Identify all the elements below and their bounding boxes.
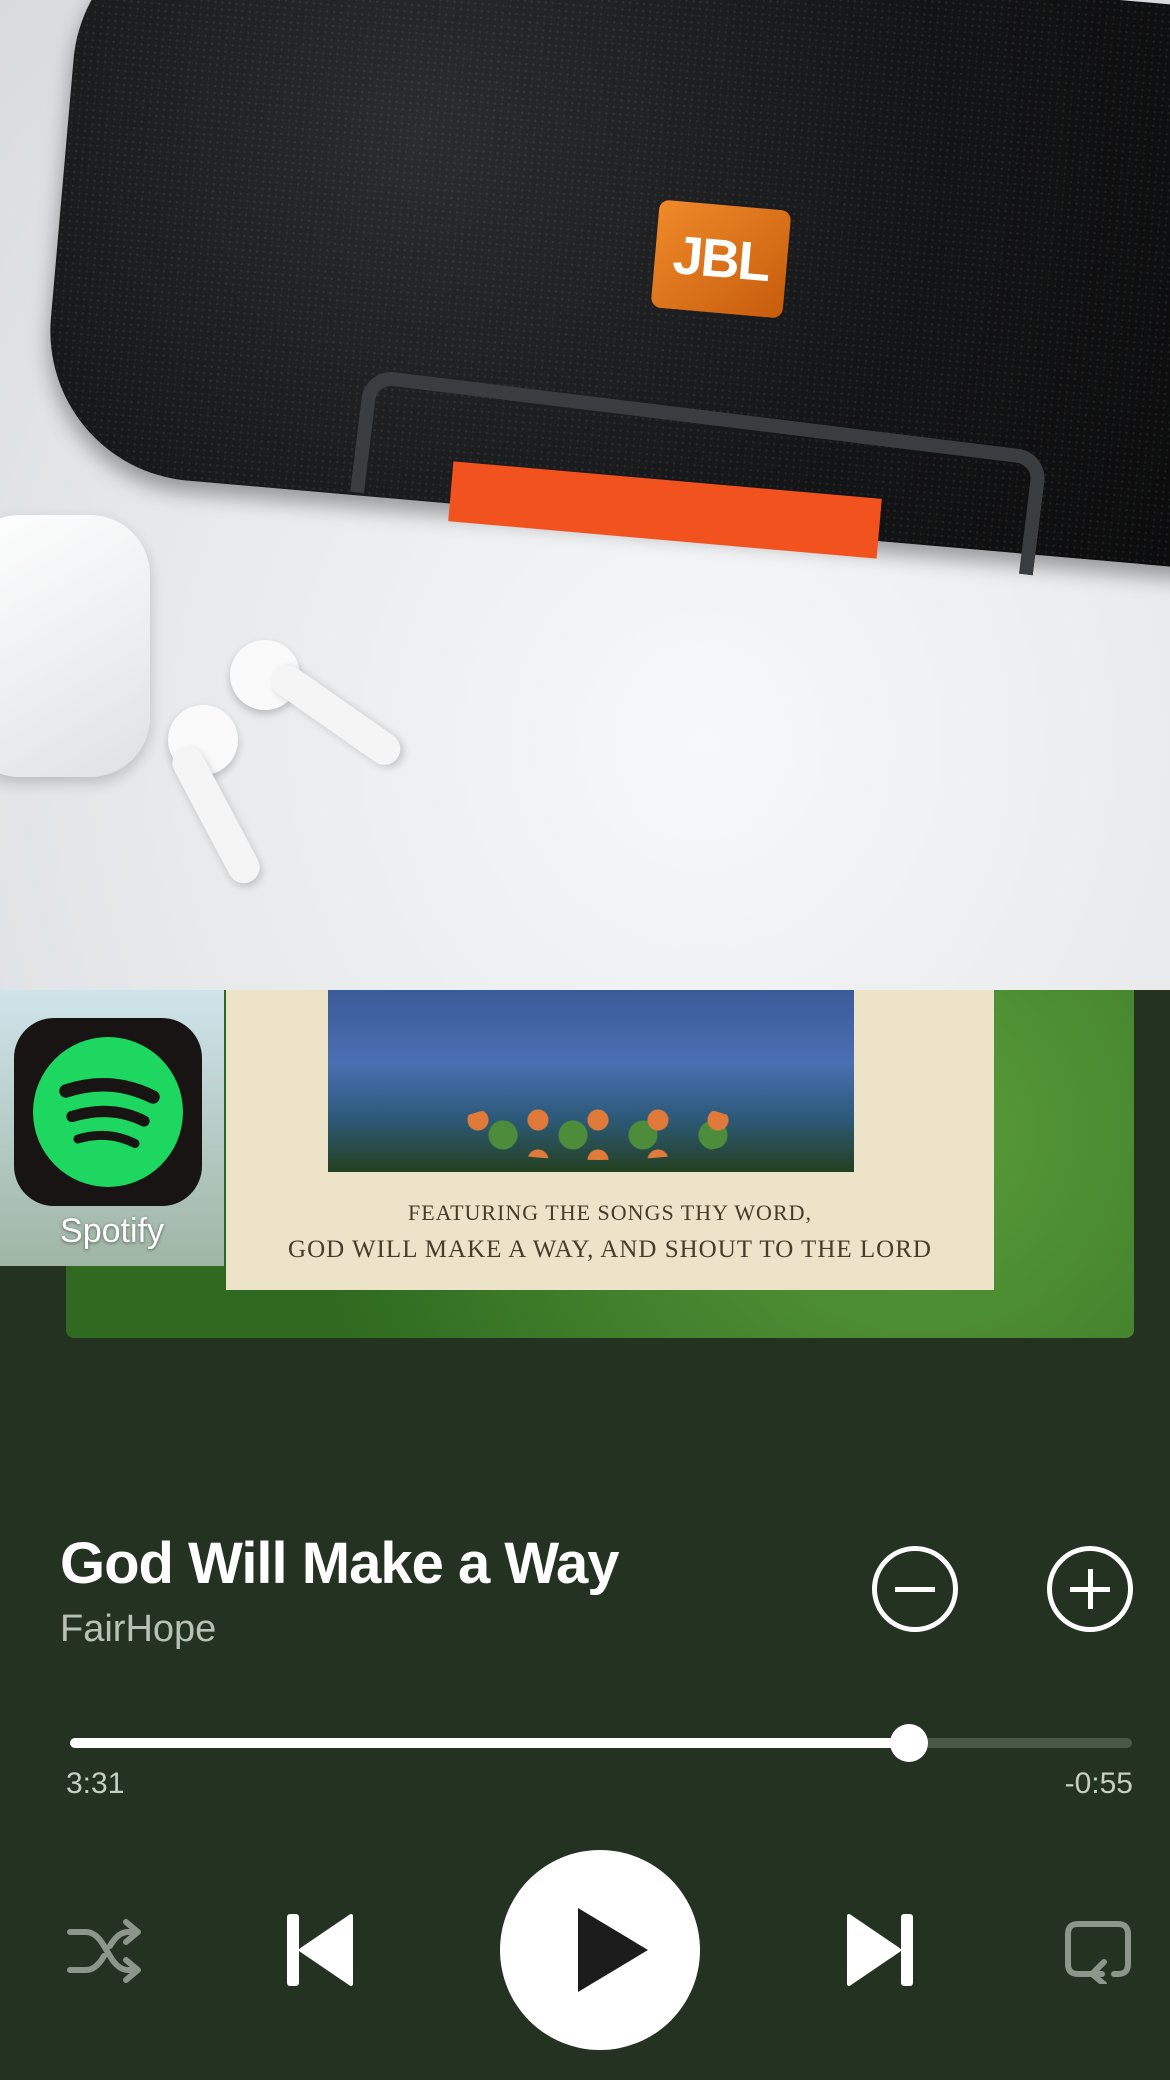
previous-icon [287, 1914, 353, 1986]
track-artist[interactable]: FairHope [60, 1608, 216, 1651]
earbuds-case-image [0, 515, 150, 777]
album-art-painting [328, 990, 854, 1172]
spotify-icon [14, 1018, 202, 1206]
repeat-button[interactable] [1062, 1918, 1134, 1989]
repeat-icon [1065, 1921, 1131, 1987]
shuffle-icon [67, 1919, 141, 1983]
album-art-paper: FEATURING THE SONGS THY WORD, GOD WILL M… [226, 990, 994, 1290]
progress-bar[interactable] [70, 1724, 1132, 1762]
earbud-right-stem [265, 658, 407, 772]
app-name: Spotify [60, 1212, 164, 1250]
previous-button[interactable] [285, 1910, 355, 1995]
add-button[interactable] [1047, 1546, 1133, 1632]
next-button[interactable] [845, 1910, 915, 1995]
camera-photo: JBL [0, 0, 1170, 990]
next-icon [847, 1914, 913, 1986]
plus-icon-bar [1088, 1569, 1093, 1609]
album-caption-line2: GOD WILL MAKE A WAY, AND SHOUT TO THE LO… [288, 1236, 932, 1263]
track-title: God Will Make a Way [60, 1531, 619, 1596]
remaining-time: -0:55 [1064, 1767, 1133, 1800]
remove-button[interactable] [872, 1546, 958, 1632]
shuffle-button[interactable] [64, 1916, 144, 1991]
progress-fill [70, 1738, 909, 1748]
elapsed-time: 3:31 [66, 1767, 125, 1800]
progress-scrubber[interactable] [889, 1724, 928, 1762]
album-art: FEATURING THE SONGS THY WORD, GOD WILL M… [66, 990, 1134, 1338]
app-badge[interactable]: Spotify [0, 990, 224, 1266]
album-caption-line1: FEATURING THE SONGS THY WORD, [407, 1200, 813, 1225]
speaker-logo: JBL [650, 199, 792, 319]
minus-circle-icon [895, 1587, 935, 1592]
play-button[interactable] [500, 1850, 700, 2050]
